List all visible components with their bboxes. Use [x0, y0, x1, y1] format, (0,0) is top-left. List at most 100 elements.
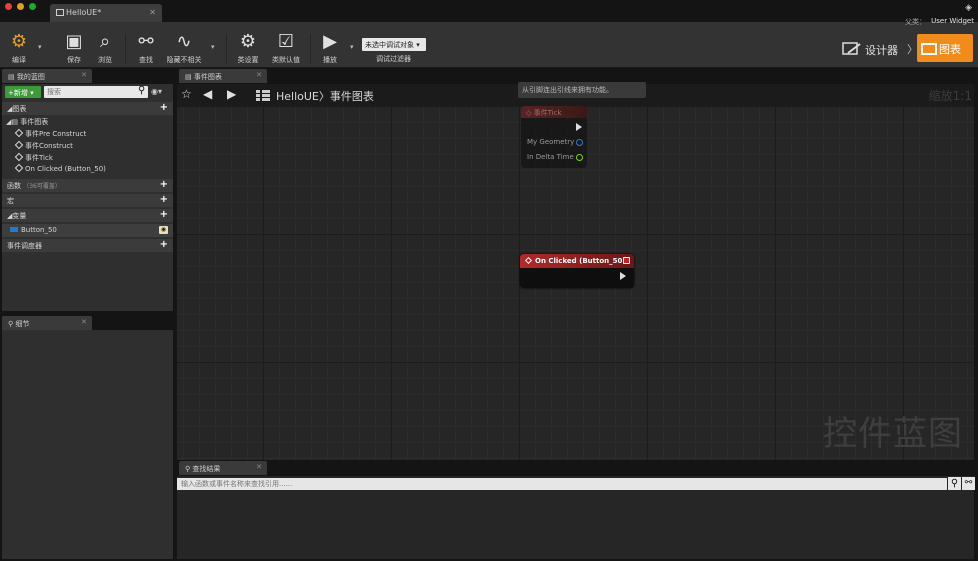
my-blueprint-panel: +新增 ▾ ⚲ ◉▾ ◢图表 + ◢▤ 事件图表 事件Pre Construct…: [2, 84, 173, 311]
search-icon[interactable]: ⚲: [948, 477, 961, 490]
section-variables-label: 变量: [12, 212, 27, 220]
designer-mode-button[interactable]: 设计器: [842, 35, 910, 61]
section-functions[interactable]: 函数 （36可覆盖） +: [2, 179, 173, 192]
close-tab-icon[interactable]: ✕: [256, 71, 262, 79]
add-variable-icon[interactable]: +: [160, 209, 168, 220]
minimize-window-button[interactable]: [17, 3, 24, 10]
event-label: 事件Pre Construct: [25, 130, 87, 138]
my-blueprint-tab-label: 我的蓝图: [16, 73, 45, 81]
close-tab-icon[interactable]: ✕: [256, 463, 262, 471]
delegate-pin[interactable]: [623, 257, 630, 264]
tree-item-event-graph[interactable]: ◢▤ 事件图表: [6, 117, 48, 127]
class-defaults-button[interactable]: ☑ 类默认值: [268, 31, 304, 65]
breadcrumb-root[interactable]: HelloUE: [276, 90, 319, 103]
designer-icon: [842, 42, 861, 55]
graph-label: 图表: [939, 43, 961, 56]
geometry-pin[interactable]: [576, 139, 583, 146]
save-button[interactable]: ▣ 保存: [60, 31, 88, 65]
document-tab-label: HelloUE*: [66, 8, 102, 17]
left-panel: ▤ 我的蓝图 ✕ +新增 ▾ ⚲ ◉▾ ◢图表 + ◢▤ 事件图表 事件Pre …: [0, 68, 175, 561]
event-icon: [14, 163, 24, 173]
favorite-star-icon[interactable]: ☆: [181, 87, 192, 101]
collapse-icon: ◢▤: [6, 118, 18, 126]
compile-options-dropdown[interactable]: ▾: [38, 43, 42, 51]
debug-filter-label: 调试过滤器: [376, 55, 411, 63]
parent-class-value[interactable]: User Widget: [931, 17, 974, 25]
details-icon: ⚲: [8, 320, 14, 328]
tooltip: 从引脚连出引线来拥有功能。: [518, 82, 646, 98]
exec-out-pin[interactable]: [620, 272, 626, 280]
compile-button[interactable]: ⚙ 编译: [4, 31, 34, 65]
hide-unrelated-label: 隐藏不相关: [166, 56, 202, 64]
event-label: 事件Construct: [25, 142, 73, 150]
section-macros[interactable]: 宏 +: [2, 194, 173, 207]
debug-object-select[interactable]: 未选中调试对象 ▾: [362, 38, 426, 51]
on-clicked-node[interactable]: On Clicked (Button_50): [520, 254, 634, 288]
browse-button[interactable]: ⌕ 浏览: [91, 31, 119, 65]
title-bar: HelloUE* ✕ ◈: [0, 0, 978, 22]
visibility-eye-icon[interactable]: ◉: [159, 226, 168, 234]
tree-item-event[interactable]: 事件Tick: [14, 152, 53, 163]
close-window-button[interactable]: [5, 3, 12, 10]
widget-blueprint-icon: [56, 9, 64, 16]
class-settings-button[interactable]: ⚙ 类设置: [232, 31, 264, 65]
toolbar-divider: [125, 34, 126, 64]
hide-unrelated-dropdown[interactable]: ▾: [211, 43, 215, 51]
add-new-button[interactable]: +新增 ▾: [5, 86, 41, 98]
save-label: 保存: [67, 56, 81, 64]
search-icon[interactable]: ⚲: [138, 85, 145, 96]
play-options-dropdown[interactable]: ▾: [350, 43, 354, 51]
search-input[interactable]: [44, 86, 140, 98]
pin-label: My Geometry: [527, 138, 575, 146]
hide-unrelated-button[interactable]: ∿ 隐藏不相关: [163, 31, 205, 65]
browse-icon: ⌕: [99, 31, 111, 52]
graph-canvas[interactable]: ◇ 事件Tick My Geometry In Delta Time On Cl…: [177, 106, 974, 460]
binoculars-icon[interactable]: ⚯: [962, 477, 975, 490]
document-tab[interactable]: HelloUE* ✕: [50, 4, 162, 22]
tab-event-graph[interactable]: ▤ 事件图表 ✕: [179, 69, 267, 83]
close-tab-icon[interactable]: ✕: [81, 318, 87, 326]
play-button[interactable]: ▶ 播放: [316, 31, 344, 65]
section-graphs[interactable]: ◢图表 +: [2, 102, 173, 115]
add-macro-icon[interactable]: +: [160, 194, 168, 205]
close-tab-icon[interactable]: ✕: [149, 8, 156, 17]
event-graph-label: 事件图表: [20, 118, 49, 126]
add-function-icon[interactable]: +: [160, 179, 168, 190]
section-variables[interactable]: ◢变量 +: [2, 209, 173, 222]
tab-details[interactable]: ⚲ 细节 ✕: [2, 316, 92, 330]
event-tick-header: ◇ 事件Tick: [521, 106, 587, 118]
browse-label: 浏览: [98, 56, 112, 64]
debug-object-value: 未选中调试对象: [365, 41, 414, 49]
overridable-count: （36可覆盖）: [23, 183, 61, 190]
class-settings-icon: ⚙: [239, 31, 257, 52]
section-event-dispatchers[interactable]: 事件调度器 +: [2, 239, 173, 252]
event-icon: [14, 140, 24, 150]
maximize-window-button[interactable]: [29, 3, 36, 10]
graph-mode-button[interactable]: 图表: [917, 34, 973, 62]
binoculars-icon: ⚯: [138, 31, 154, 52]
delta-time-pin[interactable]: [576, 154, 583, 161]
variable-row[interactable]: Button_50 ◉: [2, 224, 173, 237]
tree-item-event[interactable]: On Clicked (Button_50): [14, 163, 106, 173]
tree-item-event[interactable]: 事件Pre Construct: [14, 128, 87, 139]
view-options-icon[interactable]: ◉▾: [151, 87, 162, 96]
event-icon: [14, 128, 24, 138]
add-graph-icon[interactable]: +: [160, 102, 168, 113]
details-tab-label: 细节: [15, 320, 30, 328]
close-tab-icon[interactable]: ✕: [81, 71, 87, 79]
back-arrow-icon[interactable]: ◀: [203, 87, 212, 101]
widget-blueprint-watermark: 控件蓝图: [823, 414, 963, 454]
add-new-label: +新增: [8, 89, 28, 97]
forward-arrow-icon[interactable]: ▶: [227, 87, 236, 101]
exec-out-pin[interactable]: [576, 123, 582, 131]
tree-item-event[interactable]: 事件Construct: [14, 140, 73, 151]
event-graph-icon: ▤: [185, 73, 192, 81]
tab-my-blueprint[interactable]: ▤ 我的蓝图 ✕: [2, 69, 92, 83]
find-results-tab-bar: ⚲ 查找结果 ✕: [177, 460, 976, 476]
find-button[interactable]: ⚯ 查找: [132, 31, 160, 65]
event-tick-node[interactable]: ◇ 事件Tick My Geometry In Delta Time: [521, 106, 587, 168]
find-search-input[interactable]: [177, 478, 947, 490]
add-dispatcher-icon[interactable]: +: [160, 239, 168, 250]
tab-find-results[interactable]: ⚲ 查找结果 ✕: [179, 461, 267, 475]
section-dispatchers-label: 事件调度器: [7, 242, 42, 250]
